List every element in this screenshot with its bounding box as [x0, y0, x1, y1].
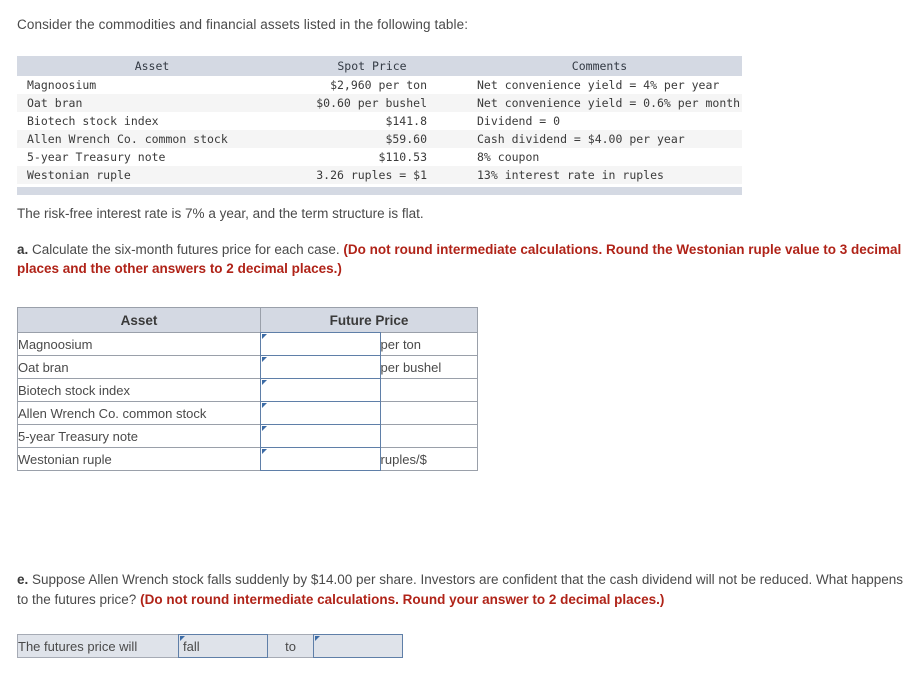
dropdown-box[interactable]: fall [178, 634, 268, 658]
dropdown-value: fall [183, 638, 200, 654]
input-box[interactable] [260, 447, 381, 471]
cell-asset: 5-year Treasury note [17, 424, 261, 448]
cell-comments: Cash dividend = $4.00 per year [457, 130, 742, 148]
future-price-table-body: Magnoosium per ton Oat bran per bushel B… [17, 332, 479, 471]
cell-asset: Westonian ruple [17, 447, 261, 471]
future-price-input-westonian-ruple[interactable] [260, 447, 381, 471]
table-row: Westonian ruple ruples/$ [17, 447, 479, 471]
cell-spot-price: $110.53 [287, 148, 457, 166]
cell-spot-price: $2,960 per ton [287, 76, 457, 94]
input-box[interactable] [313, 634, 403, 658]
table-row: Biotech stock index $141.8 Dividend = 0 [17, 112, 742, 130]
cell-asset: Oat bran [17, 355, 261, 379]
table-row: Oat bran per bushel [17, 355, 479, 379]
spot-price-table-head: Asset Spot Price Comments [17, 56, 742, 76]
cell-comments: Dividend = 0 [457, 112, 742, 130]
future-price-input-biotech-stock-index[interactable] [260, 378, 381, 402]
table-row: The futures price will fall to [17, 634, 403, 658]
spot-price-table: Asset Spot Price Comments Magnoosium $2,… [17, 56, 742, 184]
input-box[interactable] [260, 424, 381, 448]
cell-unit: ruples/$ [379, 447, 479, 471]
cell-asset: 5-year Treasury note [17, 148, 287, 166]
cell-unit: per ton [379, 332, 479, 356]
cell-unit [379, 378, 479, 402]
input-box[interactable] [260, 355, 381, 379]
futures-price-answer-container: The futures price will fall to [17, 634, 403, 658]
futures-price-answer-table: The futures price will fall to [17, 634, 403, 658]
future-price-table-head: Asset Future Price [17, 307, 478, 333]
cell-asset: Magnoosium [17, 332, 261, 356]
cell-asset: Biotech stock index [17, 112, 287, 130]
cell-unit: per bushel [379, 355, 479, 379]
table-row: Oat bran $0.60 per bushel Net convenienc… [17, 94, 742, 112]
question-a: a. Calculate the six-month futures price… [17, 240, 912, 278]
cell-spot-price: $141.8 [287, 112, 457, 130]
input-box[interactable] [260, 378, 381, 402]
future-price-table: Asset Future Price Magnoosium per ton Oa… [17, 307, 479, 471]
cell-asset: Oat bran [17, 94, 287, 112]
column-header-comments: Comments [457, 56, 742, 76]
question-a-body: Calculate the six-month futures price fo… [28, 242, 344, 257]
spot-price-table-body: Magnoosium $2,960 per ton Net convenienc… [17, 76, 742, 184]
cell-asset: Magnoosium [17, 76, 287, 94]
table-row: 5-year Treasury note $110.53 8% coupon [17, 148, 742, 166]
cell-unit [379, 401, 479, 425]
table-header-row: Asset Spot Price Comments [17, 56, 742, 76]
input-box[interactable] [260, 401, 381, 425]
future-price-table-container: Asset Future Price Magnoosium per ton Oa… [17, 307, 479, 471]
cell-comments: 13% interest rate in ruples [457, 166, 742, 184]
column-header-asset: Asset [17, 56, 287, 76]
cell-asset: Allen Wrench Co. common stock [17, 130, 287, 148]
table-row: Magnoosium per ton [17, 332, 479, 356]
new-futures-price-input[interactable] [313, 634, 403, 658]
direction-dropdown[interactable]: fall [178, 634, 268, 658]
question-e-label: e. [17, 572, 29, 587]
question-e: e. Suppose Allen Wrench stock falls sudd… [17, 570, 915, 610]
future-price-input-magnoosium[interactable] [260, 332, 381, 356]
cell-asset: Westonian ruple [17, 166, 287, 184]
cell-comments: 8% coupon [457, 148, 742, 166]
futures-price-will-label: The futures price will [17, 634, 179, 658]
future-price-input-treasury-note[interactable] [260, 424, 381, 448]
table-row: 5-year Treasury note [17, 424, 479, 448]
cell-asset: Allen Wrench Co. common stock [17, 401, 261, 425]
cell-spot-price: $0.60 per bushel [287, 94, 457, 112]
column-header-spot-price: Spot Price [287, 56, 457, 76]
table-row: Magnoosium $2,960 per ton Net convenienc… [17, 76, 742, 94]
question-a-label: a. [17, 242, 29, 257]
cell-comments: Net convenience yield = 0.6% per month [457, 94, 742, 112]
input-box[interactable] [260, 332, 381, 356]
column-header-asset: Asset [17, 307, 261, 333]
table-row: Biotech stock index [17, 378, 479, 402]
cell-comments: Net convenience yield = 4% per year [457, 76, 742, 94]
column-header-future-price: Future Price [260, 307, 478, 333]
cell-spot-price: $59.60 [287, 130, 457, 148]
cell-spot-price: 3.26 ruples = $1 [287, 166, 457, 184]
table-header-row: Asset Future Price [17, 307, 478, 333]
future-price-input-allen-wrench[interactable] [260, 401, 381, 425]
cell-unit [379, 424, 479, 448]
futures-price-answer-body: The futures price will fall to [17, 634, 403, 658]
connector-label: to [267, 634, 314, 658]
table-row: Allen Wrench Co. common stock [17, 401, 479, 425]
table-row: Allen Wrench Co. common stock $59.60 Cas… [17, 130, 742, 148]
risk-free-statement: The risk-free interest rate is 7% a year… [17, 206, 424, 221]
intro-paragraph: Consider the commodities and financial a… [17, 17, 469, 32]
cell-asset: Biotech stock index [17, 378, 261, 402]
table-footer-bar [17, 187, 742, 195]
question-e-instruction: (Do not round intermediate calculations.… [140, 592, 665, 607]
spot-price-table-container: Asset Spot Price Comments Magnoosium $2,… [17, 56, 742, 195]
table-row: Westonian ruple 3.26 ruples = $1 13% int… [17, 166, 742, 184]
future-price-input-oat-bran[interactable] [260, 355, 381, 379]
